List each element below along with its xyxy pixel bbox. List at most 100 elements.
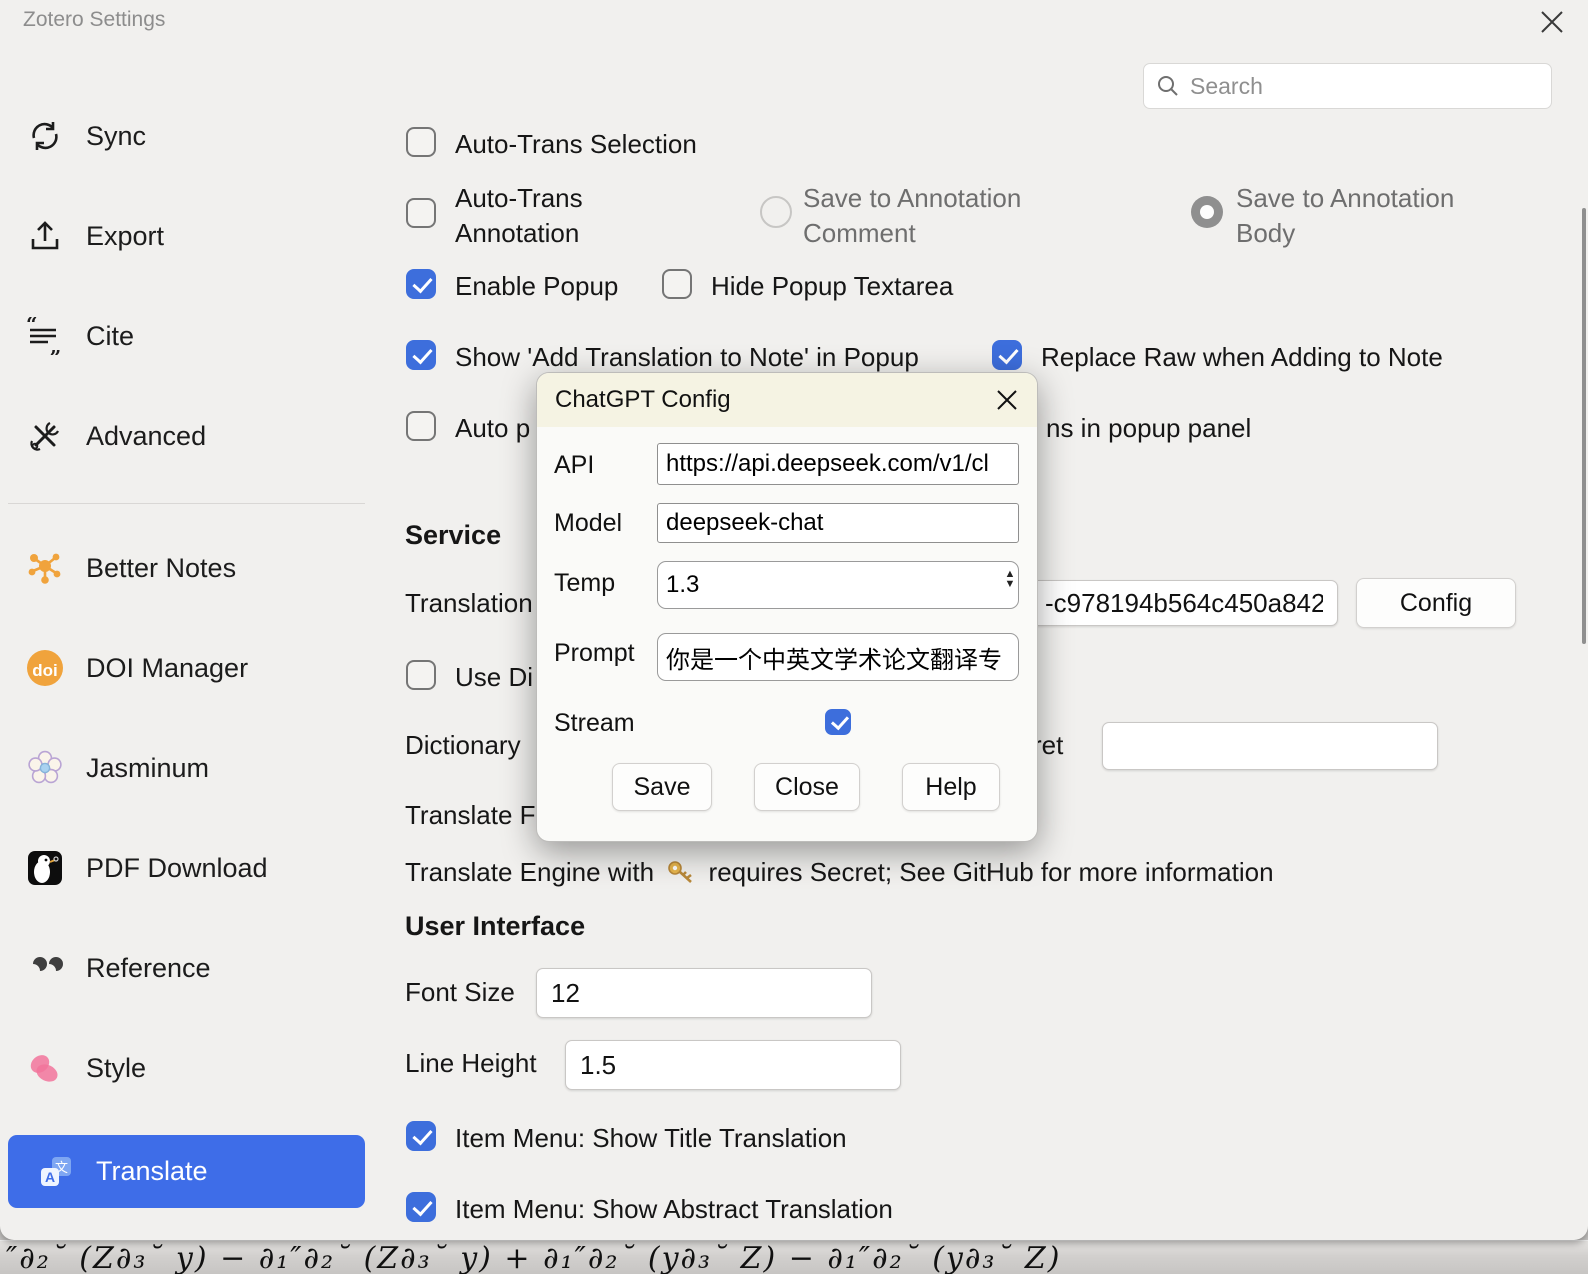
search-icon (1156, 74, 1180, 98)
background-document-strip: ″∂₂˘ (Z∂₃˘ y) − ∂₁″∂₂˘ (Z∂₃˘ y) + ∂₁″∂₂˘… (0, 1240, 1588, 1274)
window-title: Zotero Settings (23, 8, 165, 32)
checkbox-auto-trans-selection[interactable] (406, 127, 436, 157)
config-button[interactable]: Config (1356, 578, 1516, 628)
close-icon (1539, 9, 1565, 35)
label-save-annotation-comment: Save to Annotation Comment (803, 181, 1021, 251)
cite-icon: “ „ (26, 317, 64, 355)
sidebar-item-label: Export (86, 221, 164, 252)
label-replace-raw: Replace Raw when Adding to Note (1041, 342, 1443, 373)
sidebar-item-advanced[interactable]: Advanced (26, 408, 206, 464)
line-height-input[interactable] (565, 1040, 901, 1090)
pdf-download-penguin-icon (26, 849, 64, 887)
sidebar-item-style[interactable]: Style (26, 1040, 146, 1096)
label-auto-popup-fragment: Auto p (455, 413, 530, 444)
dictionary-secret-input[interactable] (1102, 722, 1438, 770)
chatgpt-config-dialog: ChatGPT Config API Model Temp ▲▼ Prompt … (536, 372, 1038, 842)
secret-key-input[interactable] (1030, 580, 1338, 626)
sidebar-item-label: Sync (86, 121, 146, 152)
help-button[interactable]: Help (902, 763, 1000, 811)
label-translation-fragment: Translation (405, 588, 533, 619)
dialog-title: ChatGPT Config (555, 386, 731, 414)
sidebar-item-pdf-download[interactable]: PDF Download (26, 840, 268, 896)
sidebar-item-label: Translate (96, 1156, 208, 1187)
radio-save-annotation-body[interactable] (1191, 196, 1223, 228)
temp-spinner[interactable]: ▲▼ (1003, 569, 1017, 597)
engine-note: Translate Engine with requires Secret; S… (405, 857, 1274, 888)
checkbox-item-menu-abstract[interactable] (406, 1192, 436, 1222)
label-translate-forms-fragment: Translate F (405, 800, 536, 831)
formula-text: ″∂₂˘ (Z∂₃˘ y) − ∂₁″∂₂˘ (Z∂₃˘ y) + ∂₁″∂₂˘… (6, 1241, 1061, 1274)
label-show-add-translation: Show 'Add Translation to Note' in Popup (455, 342, 919, 373)
checkbox-enable-popup[interactable] (406, 269, 436, 299)
better-notes-icon (26, 549, 64, 587)
radio-save-annotation-comment[interactable] (760, 196, 792, 228)
translate-icon: 文 A (38, 1154, 74, 1190)
label-auto-trans-annotation: Auto-Trans Annotation (455, 181, 583, 251)
sidebar-item-label: PDF Download (86, 853, 268, 884)
checkbox-use-dictionary[interactable] (406, 660, 436, 690)
sidebar-item-sync[interactable]: Sync (26, 108, 146, 164)
checkbox-auto-popup[interactable] (406, 411, 436, 441)
sidebar-item-label: Jasminum (86, 753, 209, 784)
sidebar-item-export[interactable]: Export (26, 208, 164, 264)
service-heading: Service (405, 520, 501, 551)
sidebar-item-better-notes[interactable]: Better Notes (26, 540, 236, 596)
svg-text:„: „ (50, 334, 62, 355)
api-label: API (554, 451, 594, 480)
checkbox-replace-raw[interactable] (992, 340, 1022, 370)
prompt-input[interactable] (657, 633, 1019, 681)
stream-label: Stream (554, 709, 635, 738)
label-dictionary-fragment: Dictionary (405, 730, 521, 761)
sidebar-item-reference[interactable]: Reference (26, 940, 211, 996)
sidebar-item-label: Advanced (86, 421, 206, 452)
sidebar-item-doi-manager[interactable]: doi DOI Manager (26, 640, 248, 696)
search-box[interactable] (1143, 63, 1552, 109)
api-input[interactable] (657, 443, 1019, 485)
sidebar-item-jasminum[interactable]: Jasminum (26, 740, 209, 796)
user-interface-heading: User Interface (405, 911, 585, 942)
label-item-menu-title: Item Menu: Show Title Translation (455, 1123, 847, 1154)
label-auto-trans-selection: Auto-Trans Selection (455, 129, 697, 160)
sidebar-item-cite[interactable]: “ „ Cite (26, 308, 134, 364)
sidebar-item-label: Reference (86, 953, 211, 984)
zotero-settings-window: Zotero Settings Sync (0, 0, 1588, 1240)
dialog-close-icon[interactable] (995, 388, 1019, 412)
sidebar-item-label: Style (86, 1053, 146, 1084)
dialog-header[interactable]: ChatGPT Config (537, 373, 1037, 427)
label-line-height: Line Height (405, 1048, 537, 1079)
checkbox-hide-popup-textarea[interactable] (662, 269, 692, 299)
save-button[interactable]: Save (612, 763, 712, 811)
window-close-button[interactable] (1524, 0, 1580, 44)
jasminum-flower-icon (26, 749, 64, 787)
model-label: Model (554, 509, 622, 538)
model-input[interactable] (657, 503, 1019, 543)
checkbox-show-add-translation[interactable] (406, 340, 436, 370)
label-use-dictionary-fragment: Use Di (455, 662, 533, 693)
stream-checkbox[interactable] (825, 709, 851, 735)
scrollbar-thumb[interactable] (1582, 208, 1586, 644)
sidebar-item-translate-selected[interactable]: 文 A Translate (8, 1135, 365, 1208)
checkbox-auto-trans-annotation[interactable] (406, 198, 436, 228)
doi-icon: doi (26, 649, 64, 687)
label-font-size: Font Size (405, 977, 515, 1008)
font-size-input[interactable] (536, 968, 872, 1018)
sidebar-divider (8, 503, 365, 504)
advanced-tools-icon (26, 417, 64, 455)
temp-input[interactable] (657, 561, 1019, 609)
close-button[interactable]: Close (754, 763, 860, 811)
prompt-label: Prompt (554, 639, 635, 668)
svg-text:A: A (45, 1169, 55, 1185)
label-save-annotation-body: Save to Annotation Body (1236, 181, 1454, 251)
search-input[interactable] (1190, 73, 1520, 100)
key-icon (667, 859, 695, 885)
label-hide-popup-textarea: Hide Popup Textarea (711, 271, 953, 302)
style-petal-icon (26, 1049, 64, 1087)
checkbox-item-menu-title[interactable] (406, 1121, 436, 1151)
svg-text:doi: doi (32, 661, 58, 680)
label-item-menu-abstract: Item Menu: Show Abstract Translation (455, 1194, 893, 1225)
sync-icon (26, 117, 64, 155)
export-icon (26, 217, 64, 255)
reference-quote-icon (26, 949, 64, 987)
temp-label: Temp (554, 569, 615, 598)
sidebar-item-label: Better Notes (86, 553, 236, 584)
